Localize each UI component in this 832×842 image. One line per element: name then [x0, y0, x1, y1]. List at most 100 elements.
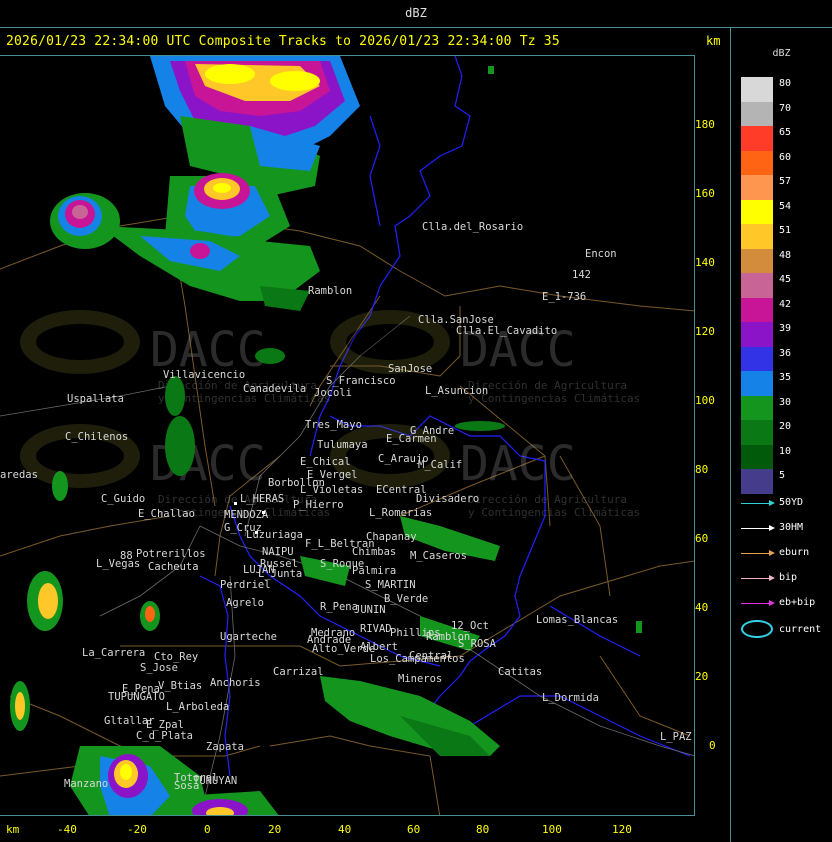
place-label: Agrelo — [226, 597, 264, 609]
place-label: Palmira — [352, 565, 396, 577]
legend-panel: dBZ 80 70 65 60 57 54 51 48 45 42 39 36 35 30 20 10 5 50… — [731, 28, 832, 842]
place-label: Central — [409, 650, 453, 662]
place-label: P_Hierro — [293, 499, 344, 511]
place-label: Clla.El_Cavadito — [456, 325, 557, 337]
y-tick-label: 100 — [695, 394, 715, 407]
place-label: R_Pena — [320, 601, 358, 613]
track-label: eb+bip — [779, 597, 816, 608]
legend-swatch — [741, 150, 773, 176]
place-label: S_Jose — [140, 662, 178, 674]
place-label: Medrano — [311, 627, 355, 639]
place-label: E_Chical — [300, 456, 351, 468]
legend-swatch-label: 48 — [779, 249, 792, 261]
x-tick-label: 0 — [204, 823, 211, 836]
wm-line1-2: Dirección de Agricultura — [468, 379, 627, 392]
x-tick-label: 60 — [407, 823, 421, 836]
legend-swatch-label: 42 — [779, 298, 792, 310]
y-tick-label: 60 — [695, 532, 709, 545]
place-label: Potrerillos — [136, 548, 206, 560]
place-label: 88 — [120, 550, 133, 562]
place-label: TUNUYAN — [193, 775, 237, 787]
place-label: Manzano — [64, 778, 108, 790]
legend-swatch — [741, 175, 773, 200]
place-label: Jocoli — [314, 387, 352, 399]
place-label: TUPUNGATO — [108, 691, 165, 703]
place-label: L_Vegas — [96, 558, 140, 570]
place-label: JUNIN — [354, 604, 386, 616]
place-label: B_Verde — [384, 593, 428, 605]
place-label: S_MARTIN — [365, 579, 416, 591]
y-tick-label: 140 — [695, 256, 715, 269]
top-bar: dBZ — [0, 0, 832, 28]
place-label: L_Dormida — [542, 692, 599, 704]
legend-swatch — [741, 395, 773, 421]
legend-swatch — [741, 199, 773, 225]
place-label: Zapata — [206, 741, 244, 753]
radar-map[interactable]: DACC Dirección de Agricultura y Continge… — [0, 55, 695, 816]
legend-swatch-label: 36 — [779, 347, 792, 359]
track-label: eburn — [779, 547, 810, 558]
place-label: Lomas_Blancas — [536, 614, 618, 626]
wm-line1-4: Dirección de Agricultura — [468, 493, 627, 506]
legend-swatch-label: 45 — [779, 274, 792, 285]
track-arrow-icon — [741, 600, 775, 606]
legend-swatch — [741, 444, 773, 470]
place-label: Divisadero — [416, 493, 479, 505]
x-tick-label: -20 — [127, 823, 147, 836]
place-label: Tulumaya — [317, 439, 368, 451]
place-label: La_Carrera — [82, 647, 145, 659]
radar-map-canvas[interactable]: DACC Dirección de Agricultura y Continge… — [0, 56, 695, 816]
place-label: Albert — [360, 641, 398, 653]
legend-swatch-label: 60 — [779, 151, 792, 163]
y-tick-label: 160 — [695, 187, 715, 200]
y-axis: 180 160 140 120 100 80 60 40 20 0 — [695, 55, 729, 816]
place-label: L_Romerias — [369, 507, 432, 519]
legend-swatch-label: 54 — [779, 200, 792, 212]
track-arrow-icon — [741, 550, 775, 556]
y-tick-label: 40 — [695, 601, 709, 614]
x-tick-label: 120 — [612, 823, 632, 836]
x-tick-label: 80 — [476, 823, 490, 836]
legend-swatch — [741, 297, 773, 323]
legend-swatch — [741, 126, 773, 151]
place-label: SanJose — [388, 363, 432, 375]
legend-swatch — [741, 420, 773, 445]
legend-swatch — [741, 273, 773, 298]
place-label: L_Arboleda — [166, 701, 229, 713]
legend-swatch-label: 65 — [779, 127, 792, 138]
legend-swatch — [741, 322, 773, 347]
legend-swatch-label: 70 — [779, 102, 792, 114]
wm-line2-2: y Contingencias Climáticas — [468, 392, 640, 405]
track-label: 30HM — [779, 522, 804, 533]
legend-swatch-label: 57 — [779, 176, 792, 187]
place-label: Villavicencio — [163, 369, 245, 381]
place-label: M_Calif — [418, 459, 462, 471]
place-label: Chimbas — [352, 546, 396, 558]
legend-swatch — [741, 371, 773, 396]
place-label: Anchoris — [210, 677, 261, 689]
y-tick-label: 180 — [695, 118, 715, 131]
current-marker-icon — [741, 620, 773, 638]
track-arrow-icon — [741, 525, 775, 531]
top-title: dBZ — [405, 6, 427, 20]
place-label: Tres_Mayo — [305, 419, 362, 431]
legend-swatch — [741, 77, 773, 102]
legend-swatch-label: 51 — [779, 225, 792, 236]
place-label: 12_Oct — [451, 620, 489, 632]
legend-swatch-label: 20 — [779, 421, 792, 432]
place-label: S_Francisco — [326, 375, 396, 387]
place-label: Phillips — [390, 627, 441, 639]
place-label: Luzuriaga — [246, 529, 303, 541]
x-tick-label: -40 — [57, 823, 77, 836]
legend-swatch-label: 80 — [779, 78, 792, 89]
legend-swatch-label: 10 — [779, 445, 792, 457]
place-label: E_Challao — [138, 508, 195, 520]
place-label: L_PAZ — [660, 731, 692, 743]
legend-swatch — [741, 469, 773, 494]
track-arrow-icon — [741, 500, 775, 506]
x-tick-label: 20 — [268, 823, 282, 836]
place-label: aredas — [0, 469, 38, 481]
place-label: MENDOZA — [224, 509, 269, 521]
place-label: Cacheuta — [148, 561, 199, 573]
legend-swatch — [741, 346, 773, 372]
